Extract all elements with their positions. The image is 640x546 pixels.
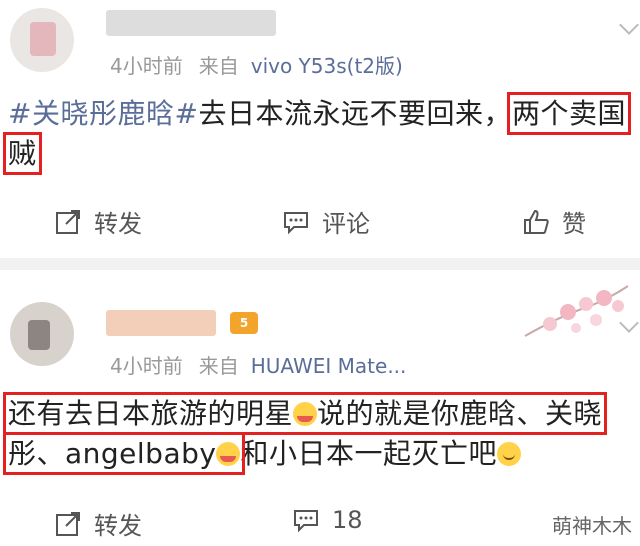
post-content: 还有去日本旅游的明星 说的就是你鹿晗、关晓 彤、angelbaby 和小日本一起灭亡… bbox=[2, 392, 638, 475]
username-redacted[interactable] bbox=[106, 310, 216, 336]
avatar[interactable] bbox=[10, 8, 74, 72]
post-time: 4小时前 bbox=[110, 54, 183, 78]
from-label: 来自 bbox=[198, 54, 239, 78]
comment-button[interactable]: 18 bbox=[292, 506, 363, 534]
avatar-mosaic bbox=[28, 320, 50, 350]
comment-label: 评论 bbox=[322, 210, 370, 238]
smile-emoji bbox=[496, 442, 521, 466]
post-text: 彤、angelbaby bbox=[8, 437, 217, 470]
crown-badge: 5 bbox=[230, 312, 258, 334]
share-icon bbox=[54, 510, 82, 538]
post-text: 和小日本一起灭亡吧 bbox=[240, 437, 497, 470]
highlighted-text: 还有去日本旅游的明星 说的就是你鹿晗、关晓 bbox=[2, 392, 608, 435]
repost-button[interactable]: 转发 bbox=[54, 506, 142, 541]
post-source[interactable]: HUAWEI Mate... bbox=[251, 354, 407, 378]
share-icon bbox=[54, 208, 82, 236]
username-redacted[interactable] bbox=[106, 10, 276, 36]
post-meta: 4小时前 来自 vivo Y53s(t2版) bbox=[110, 50, 403, 79]
comment-icon bbox=[282, 208, 310, 236]
like-label: 赞 bbox=[562, 210, 586, 238]
avatar-mosaic bbox=[30, 22, 56, 56]
more-options-icon[interactable] bbox=[619, 15, 639, 35]
post-source[interactable]: vivo Y53s(t2版) bbox=[251, 54, 403, 78]
post-divider bbox=[0, 258, 640, 270]
action-bar: 转发 评论 赞 bbox=[0, 204, 640, 244]
highlighted-text: 两个卖国 bbox=[506, 92, 631, 135]
weibo-post-1: 4小时前 来自 vivo Y53s(t2版) #关晓彤鹿晗#去日本流永远不要回来，两… bbox=[0, 0, 640, 258]
avatar[interactable] bbox=[10, 302, 74, 366]
post-meta: 4小时前 来自 HUAWEI Mate... bbox=[110, 350, 406, 379]
like-button[interactable]: 赞 bbox=[522, 204, 586, 239]
from-label: 来自 bbox=[198, 354, 239, 378]
topic-link[interactable]: #关晓彤鹿晗# bbox=[8, 97, 198, 130]
highlighted-text: 彤、angelbaby bbox=[2, 432, 246, 475]
repost-label: 转发 bbox=[94, 512, 142, 540]
highlighted-text: 贼 bbox=[3, 132, 42, 175]
watermark: 萌神木木 bbox=[552, 514, 632, 538]
post-text: 去日本流永远不要回来， bbox=[198, 97, 512, 130]
comment-icon bbox=[292, 506, 320, 534]
comment-count: 18 bbox=[332, 506, 363, 534]
thumbs-up-icon bbox=[522, 208, 550, 236]
repost-button[interactable]: 转发 bbox=[54, 204, 142, 239]
crying-emoji bbox=[216, 442, 241, 466]
post-text: 说的就是你鹿晗、关晓 bbox=[317, 397, 603, 430]
comment-button[interactable]: 评论 bbox=[282, 204, 370, 239]
post-time: 4小时前 bbox=[110, 354, 183, 378]
weibo-post-2: 5 4小时前 来自 HUAWEI Mate... 还有去日本旅游的明星 说的就是你鹿晗… bbox=[0, 270, 640, 545]
post-text: 还有去日本旅游的明星 bbox=[8, 397, 294, 430]
crying-emoji bbox=[293, 402, 318, 426]
repost-label: 转发 bbox=[94, 210, 142, 238]
cherry-blossom-decoration bbox=[524, 285, 629, 337]
action-bar: 转发 18 bbox=[0, 506, 640, 546]
post-content: #关晓彤鹿晗#去日本流永远不要回来，两个卖国 贼 bbox=[3, 92, 636, 175]
